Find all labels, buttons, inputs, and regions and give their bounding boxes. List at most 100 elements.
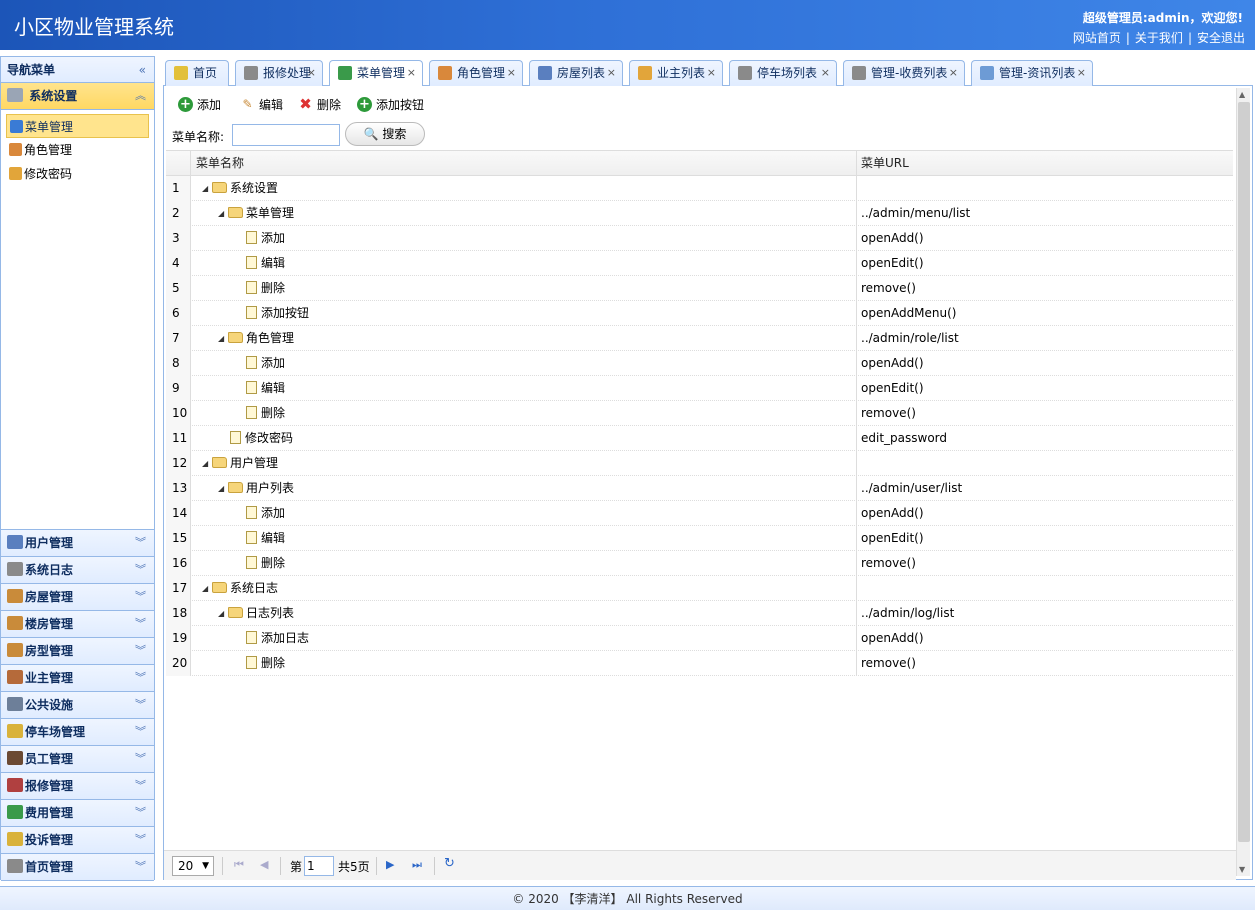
file-icon <box>246 656 257 669</box>
tab-6[interactable]: 停车场列表 × <box>729 60 837 86</box>
tab-3[interactable]: 角色管理 × <box>429 60 523 86</box>
nav-group-5[interactable]: 业主管理 ︾ <box>1 665 154 692</box>
table-row[interactable]: 4 编辑 openEdit() <box>166 251 1233 276</box>
nav-item-2[interactable]: 修改密码 <box>6 162 149 186</box>
nav-group-6[interactable]: 公共设施 ︾ <box>1 692 154 719</box>
expanded-triangle-icon[interactable]: ◢ <box>202 177 212 201</box>
table-row[interactable]: 5 删除 remove() <box>166 276 1233 301</box>
page-number-input[interactable]: 1 <box>304 856 334 876</box>
expanded-triangle-icon[interactable]: ◢ <box>202 577 212 601</box>
nav-group-7[interactable]: 停车场管理 ︾ <box>1 719 154 746</box>
nav-group-0[interactable]: 用户管理 ︾ <box>1 530 154 557</box>
menu-name-search-input[interactable] <box>232 124 340 146</box>
menu-url-cell: openAddMenu() <box>856 301 1233 326</box>
col-header-name[interactable]: 菜单名称 <box>196 151 244 175</box>
table-row[interactable]: 6 添加按钮 openAddMenu() <box>166 301 1233 326</box>
expanded-triangle-icon[interactable]: ◢ <box>218 327 228 351</box>
menu-url-cell: openEdit() <box>856 251 1233 276</box>
delete-button[interactable]: ✖ 删除 <box>298 96 341 114</box>
site-home-link[interactable]: 网站首页 <box>1073 31 1121 45</box>
owner-icon <box>7 670 23 684</box>
nav-group-9[interactable]: 报修管理 ︾ <box>1 773 154 800</box>
menu-name-cell: 添加 <box>196 226 285 251</box>
file-icon <box>246 256 257 269</box>
row-number: 3 <box>166 226 191 251</box>
tab-0[interactable]: 首页 <box>165 60 229 86</box>
nav-group-3[interactable]: 楼房管理 ︾ <box>1 611 154 638</box>
search-label: 菜单名称: <box>172 130 225 144</box>
next-page-icon[interactable]: ▶ <box>386 858 394 871</box>
close-icon[interactable]: × <box>949 61 958 85</box>
collapse-nav-icon[interactable]: « <box>139 57 146 83</box>
table-row[interactable]: 12 ◢ 用户管理 <box>166 451 1233 476</box>
table-row[interactable]: 19 添加日志 openAdd() <box>166 626 1233 651</box>
table-row[interactable]: 1 ◢ 系统设置 <box>166 176 1233 201</box>
chevron-down-icon: ︾ <box>135 752 146 765</box>
nav-group-list: 用户管理 ︾ 系统日志 ︾ 房屋管理 ︾ 楼房管理 ︾ 房型管理 ︾ 业主管理 ︾ 公共设施 ︾ 停车场管理… <box>1 530 154 881</box>
refresh-icon[interactable]: ↻ <box>444 856 455 871</box>
table-row[interactable]: 2 ◢ 菜单管理 ../admin/menu/list <box>166 201 1233 226</box>
first-page-icon[interactable]: ⏮ <box>234 858 244 872</box>
table-row[interactable]: 16 删除 remove() <box>166 551 1233 576</box>
nav-group-2[interactable]: 房屋管理 ︾ <box>1 584 154 611</box>
table-row[interactable]: 17 ◢ 系统日志 <box>166 576 1233 601</box>
logout-link[interactable]: 安全退出 <box>1197 31 1245 45</box>
table-row[interactable]: 20 删除 remove() <box>166 651 1233 676</box>
nav-group-10[interactable]: 费用管理 ︾ <box>1 800 154 827</box>
tab-8[interactable]: 管理-资讯列表 × <box>971 60 1093 86</box>
table-row[interactable]: 14 添加 openAdd() <box>166 501 1233 526</box>
nav-group-1[interactable]: 系统日志 ︾ <box>1 557 154 584</box>
scroll-up-icon[interactable]: ▲ <box>1239 90 1245 99</box>
table-row[interactable]: 8 添加 openAdd() <box>166 351 1233 376</box>
table-row[interactable]: 10 删除 remove() <box>166 401 1233 426</box>
about-link[interactable]: 关于我们 <box>1135 31 1183 45</box>
table-row[interactable]: 11 修改密码 edit_password <box>166 426 1233 451</box>
chat-icon <box>980 66 994 80</box>
list-icon <box>244 66 258 80</box>
chevron-down-icon: ︾ <box>135 671 146 684</box>
nav-group-system-settings[interactable]: 系统设置 ︽ <box>1 83 154 110</box>
close-icon[interactable]: × <box>507 61 516 85</box>
expanded-triangle-icon[interactable]: ◢ <box>218 602 228 626</box>
table-row[interactable]: 13 ◢ 用户列表 ../admin/user/list <box>166 476 1233 501</box>
table-row[interactable]: 7 ◢ 角色管理 ../admin/role/list <box>166 326 1233 351</box>
file-icon <box>230 431 241 444</box>
table-row[interactable]: 9 编辑 openEdit() <box>166 376 1233 401</box>
tab-5[interactable]: 业主列表 × <box>629 60 723 86</box>
main-area: 首页 报修处理 × 菜单管理 × 角色管理 × 房屋列表 × 业主列表 × 停车场列表 × 管理-收费列表… <box>163 56 1253 880</box>
close-icon[interactable]: × <box>607 61 616 85</box>
last-page-icon[interactable]: ⏭ <box>412 858 422 872</box>
tab-2[interactable]: 菜单管理 × <box>329 60 423 87</box>
add-menu-button[interactable]: + 添加按钮 <box>357 96 424 114</box>
tab-1[interactable]: 报修处理 × <box>235 60 323 86</box>
nav-item-0[interactable]: 菜单管理 <box>6 114 149 138</box>
tab-7[interactable]: 管理-收费列表 × <box>843 60 965 86</box>
nav-group-12[interactable]: 首页管理 ︾ <box>1 854 154 881</box>
close-icon[interactable]: × <box>821 61 830 85</box>
nav-group-4[interactable]: 房型管理 ︾ <box>1 638 154 665</box>
col-header-url[interactable]: 菜单URL <box>856 151 1233 176</box>
search-button[interactable]: 🔍 搜索 <box>345 122 425 146</box>
close-icon[interactable]: × <box>407 61 416 85</box>
vertical-scrollbar[interactable]: ▲ ▼ <box>1236 88 1250 876</box>
prev-page-icon[interactable]: ◀ <box>260 858 268 871</box>
expanded-triangle-icon[interactable]: ◢ <box>218 202 228 226</box>
expanded-triangle-icon[interactable]: ◢ <box>202 452 212 476</box>
table-row[interactable]: 15 编辑 openEdit() <box>166 526 1233 551</box>
edit-button[interactable]: ✎ 编辑 <box>240 96 283 114</box>
nav-group-8[interactable]: 员工管理 ︾ <box>1 746 154 773</box>
close-icon[interactable]: × <box>307 61 316 85</box>
close-icon[interactable]: × <box>707 61 716 85</box>
page-size-select[interactable]: 20 ▼ <box>172 856 214 876</box>
expanded-triangle-icon[interactable]: ◢ <box>218 477 228 501</box>
close-icon[interactable]: × <box>1077 61 1086 85</box>
scroll-down-icon[interactable]: ▼ <box>1239 865 1245 874</box>
table-row[interactable]: 3 添加 openAdd() <box>166 226 1233 251</box>
owner-icon <box>638 66 652 80</box>
tab-4[interactable]: 房屋列表 × <box>529 60 623 86</box>
chevron-down-icon: ︾ <box>135 806 146 819</box>
nav-item-1[interactable]: 角色管理 <box>6 138 149 162</box>
add-button[interactable]: + 添加 <box>178 96 221 114</box>
nav-group-11[interactable]: 投诉管理 ︾ <box>1 827 154 854</box>
table-row[interactable]: 18 ◢ 日志列表 ../admin/log/list <box>166 601 1233 626</box>
